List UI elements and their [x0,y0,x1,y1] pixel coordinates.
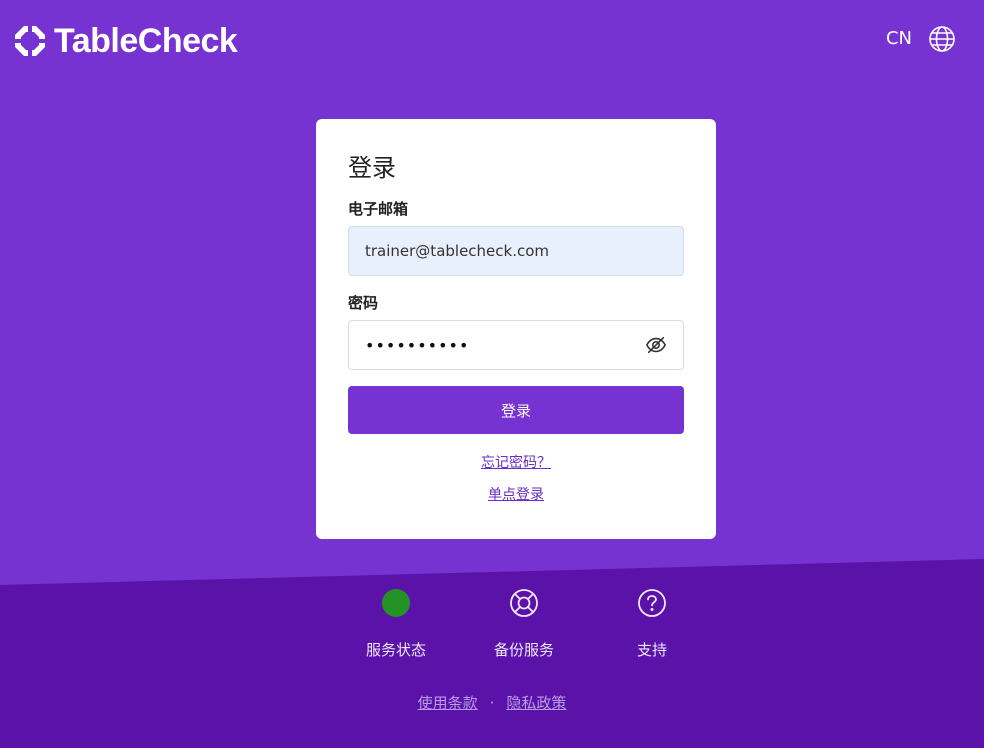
backup-service-item[interactable]: 备份服务 [460,586,588,661]
backup-service-label: 备份服务 [493,641,554,659]
support-item[interactable]: 支持 [588,586,716,661]
password-value: •••••••••• [365,335,470,355]
login-card: 登录 电子邮箱 trainer@tablecheck.com 密码 ••••••… [316,119,716,539]
support-label: 支持 [636,641,667,659]
privacy-link[interactable]: 隐私政策 [506,692,566,713]
page-title: 登录 [348,154,396,182]
legal-separator: · [489,693,495,712]
email-field[interactable]: trainer@tablecheck.com [348,226,684,276]
email-label: 电子邮箱 [348,200,409,218]
globe-icon[interactable] [928,25,956,53]
lifebuoy-icon [510,589,538,617]
forgot-password-link[interactable]: 忘记密码？ [481,453,551,473]
brand-logo[interactable]: TableCheck [14,22,238,60]
card-links: 忘记密码？ 单点登录 [348,453,684,505]
status-dot [382,589,410,617]
password-field[interactable]: •••••••••• [348,320,684,370]
legal-links: 使用条款 · 隐私政策 [0,692,984,713]
tablecheck-logo-icon [14,25,46,57]
eye-off-icon[interactable] [645,334,667,356]
service-status-label: 服务状态 [365,641,426,659]
login-button[interactable]: 登录 [348,386,684,434]
status-indicator-icon [379,586,413,620]
language-code[interactable]: CN [886,24,912,54]
help-circle-icon [638,589,666,617]
service-links: 服务状态 备份服务 支持 [332,586,716,661]
terms-link[interactable]: 使用条款 [418,692,478,713]
sso-login-link[interactable]: 单点登录 [488,485,544,505]
brand-name: TableCheck [54,22,238,60]
language-selector[interactable]: CN [886,24,956,54]
email-value: trainer@tablecheck.com [365,242,550,260]
password-label: 密码 [348,294,379,312]
service-status-item[interactable]: 服务状态 [332,586,460,661]
